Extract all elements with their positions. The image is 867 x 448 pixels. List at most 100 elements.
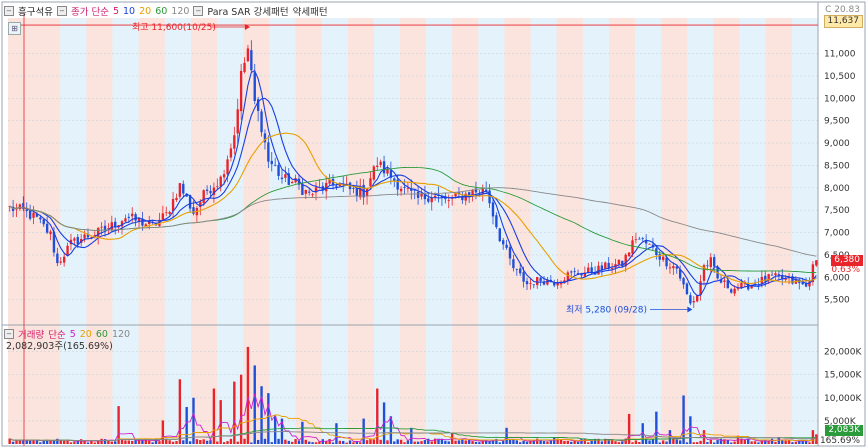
candle-body	[770, 274, 774, 276]
weak-label: 약세패턴	[292, 7, 328, 18]
candle-body	[243, 62, 246, 72]
candle-body	[304, 189, 307, 194]
volume-bar	[638, 442, 641, 444]
candle-body	[685, 283, 689, 295]
volume-bar	[79, 439, 83, 444]
volume-bar	[566, 440, 570, 444]
candle-body	[103, 225, 107, 231]
candle-body	[617, 259, 621, 265]
stock-chart[interactable]: 5,5006,0006,5007,0007,5008,0008,5009,000…	[0, 0, 867, 448]
chart-settings-icon[interactable]: ⊞	[8, 22, 21, 35]
candle-body	[219, 176, 222, 187]
volume-bar	[246, 346, 250, 444]
volume-bar	[267, 393, 270, 444]
phase-band	[86, 18, 114, 444]
candle-body	[18, 204, 22, 209]
candle-body	[216, 186, 219, 188]
candle-body	[491, 202, 495, 217]
volume-bar	[433, 438, 437, 444]
volume-bar	[148, 440, 151, 444]
candle-body	[379, 161, 382, 165]
volume-bar	[570, 441, 573, 444]
candle-body	[284, 174, 287, 178]
candle-body	[532, 284, 536, 286]
candle-body	[365, 188, 369, 197]
volume-bar	[52, 440, 56, 444]
phase-band	[530, 18, 558, 444]
candle-body	[62, 256, 66, 263]
volume-bar	[331, 442, 335, 444]
volume-bar	[338, 440, 342, 444]
candle-body	[661, 256, 665, 260]
volume-bar	[733, 441, 736, 444]
price-tick-label: 7,500	[824, 206, 850, 216]
candle-body	[222, 174, 226, 178]
candle-body	[239, 70, 243, 112]
price-tick-label: 10,500	[824, 72, 856, 82]
candle-body	[668, 267, 672, 269]
volume-bar	[294, 439, 297, 444]
volume-bar	[297, 440, 301, 444]
change-pct-tag: 0.63%	[831, 265, 860, 275]
volume-bar	[127, 440, 131, 444]
volume-bar	[131, 440, 134, 444]
phase-band	[582, 18, 610, 444]
volume-bar	[791, 442, 794, 444]
volume-bar	[114, 441, 117, 444]
candle-body	[631, 240, 634, 254]
collapse-icon[interactable]: −	[4, 6, 14, 16]
candle-body	[382, 161, 386, 174]
phase-band	[112, 18, 140, 444]
volume-bar	[124, 440, 127, 444]
volume-value: 2,082,903주(165.69%)	[6, 341, 113, 352]
candle-body	[501, 240, 505, 245]
candle-body	[416, 191, 420, 198]
volume-bar	[522, 440, 525, 444]
candle-body	[308, 191, 311, 193]
candle-body	[267, 142, 270, 162]
volume-bar	[794, 442, 798, 444]
volume-bar	[665, 441, 668, 444]
candle-body	[634, 239, 638, 241]
volume-bar	[563, 440, 566, 444]
candle-body	[124, 218, 127, 222]
candle-body	[376, 165, 379, 168]
volume-bar	[352, 442, 355, 444]
volume-bar	[318, 441, 321, 444]
candle-body	[49, 231, 52, 235]
volume-bar	[661, 440, 665, 444]
volume-bar	[525, 441, 529, 444]
candle-body	[28, 210, 32, 219]
candle-body	[246, 48, 250, 62]
volume-bar	[311, 442, 314, 444]
phase-band	[739, 18, 767, 444]
volume-bar	[542, 441, 546, 444]
candle-body	[352, 188, 355, 189]
volume-bar	[678, 440, 682, 444]
volume-bar	[62, 440, 66, 444]
volume-bar	[260, 386, 263, 444]
volume-bar	[359, 442, 362, 444]
volume-bar	[621, 441, 624, 444]
collapse-icon[interactable]: −	[193, 6, 204, 16]
volume-bar	[808, 442, 811, 444]
phase-band	[426, 18, 453, 444]
candle-body	[604, 262, 607, 270]
phase-band	[269, 18, 296, 444]
volume-bar	[120, 439, 124, 444]
volume-bar	[372, 439, 376, 444]
ma-period-120: 120	[171, 5, 190, 17]
phase-band	[60, 18, 87, 444]
volume-bar	[284, 439, 287, 444]
volume-bar	[28, 440, 32, 444]
volume-bar	[342, 440, 345, 444]
volume-bar	[447, 441, 450, 444]
volume-bar	[393, 441, 396, 444]
candle-body	[165, 212, 168, 214]
volume-bar	[199, 440, 202, 444]
collapse-icon[interactable]: −	[56, 6, 67, 16]
candle-body	[277, 165, 280, 176]
volume-bar	[719, 438, 723, 444]
volume-bar	[692, 442, 695, 444]
volume-bar	[488, 441, 491, 444]
